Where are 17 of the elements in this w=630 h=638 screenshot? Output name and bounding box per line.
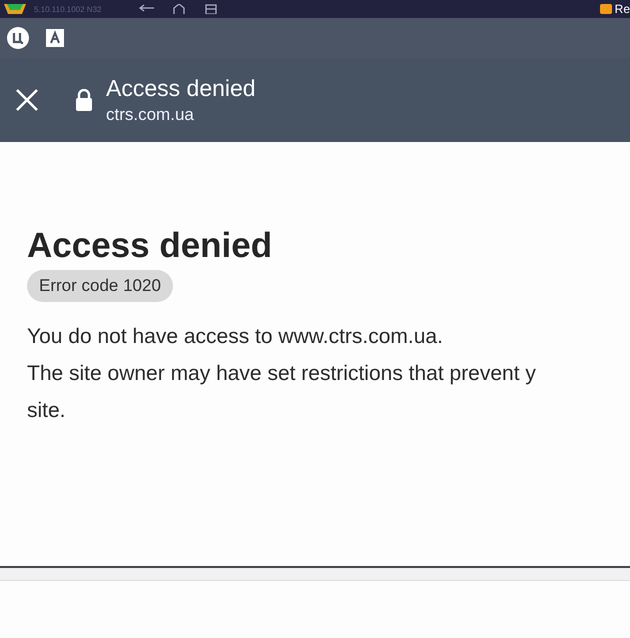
recent-apps-icon[interactable] — [203, 4, 220, 14]
app-icon — [6, 26, 30, 50]
close-icon[interactable] — [15, 88, 39, 112]
back-arrow-icon[interactable] — [139, 4, 156, 14]
message-text: The site owner may have set restrictions that prevent y — [27, 361, 536, 387]
font-app-icon — [46, 29, 64, 47]
message-text: You do not have access to www.ctrs.com.ua. — [27, 324, 444, 350]
home-icon[interactable] — [171, 4, 188, 14]
message-text: site. — [27, 398, 67, 424]
error-heading: Access denied — [27, 226, 272, 266]
version-text: 5.10.110.1002 N32 — [34, 4, 102, 14]
notification-icon[interactable] — [600, 4, 612, 14]
notification-text: Re — [614, 2, 630, 16]
error-code-badge: Error code 1020 — [27, 270, 173, 302]
page-title: Access denied — [106, 75, 256, 102]
stack-logo-icon — [4, 4, 26, 14]
url-text: ctrs.com.ua — [106, 105, 195, 125]
